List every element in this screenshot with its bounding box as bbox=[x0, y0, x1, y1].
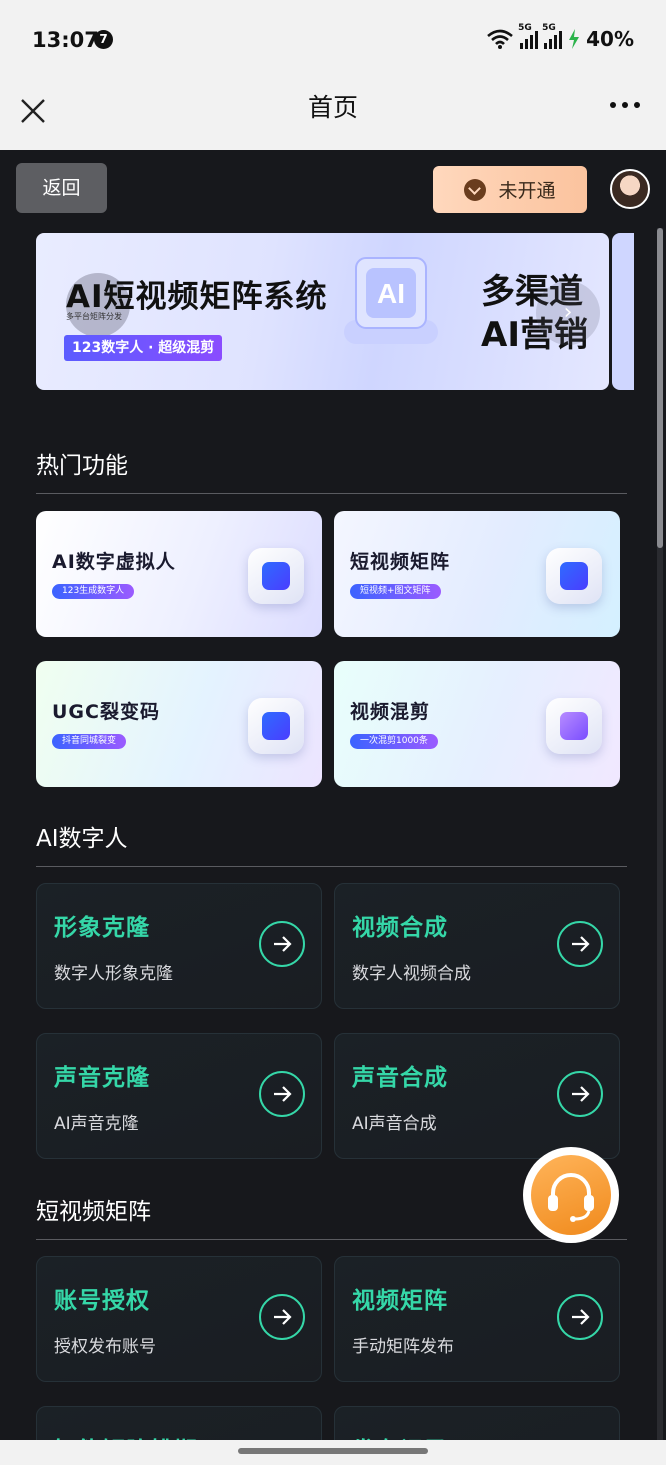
arrow-right-icon[interactable] bbox=[557, 921, 603, 967]
feature-card-account-auth[interactable]: 账号授权 授权发布账号 bbox=[36, 1256, 322, 1382]
status-bar: 13:07 7 5G 5G 40% bbox=[0, 0, 666, 80]
arrow-right-icon[interactable] bbox=[557, 1294, 603, 1340]
vip-button[interactable]: 未开通 bbox=[433, 166, 587, 213]
vip-icon bbox=[464, 178, 487, 201]
page-title: 首页 bbox=[307, 93, 358, 122]
feature-card-voice-clone[interactable]: 声音克隆 AI声音克隆 bbox=[36, 1033, 322, 1159]
digital-human-icon bbox=[248, 548, 304, 604]
home-indicator[interactable] bbox=[0, 1440, 666, 1465]
wifi-icon bbox=[487, 29, 513, 49]
svg-text:AI: AI bbox=[377, 278, 405, 309]
banner-carousel[interactable]: AI短视频矩阵系统 多平台矩阵分发 123数字人 · 超级混剪 AI 多渠道 A… bbox=[36, 233, 609, 390]
scrollbar-thumb[interactable] bbox=[657, 228, 663, 548]
banner-tag: 123数字人 · 超级混剪 bbox=[64, 335, 223, 361]
status-icons: 5G 5G 40% bbox=[486, 23, 634, 52]
nav-bar: 首页 bbox=[0, 80, 666, 150]
banner-title: AI短视频矩阵系统 bbox=[66, 279, 328, 315]
video-matrix-icon bbox=[546, 548, 602, 604]
ai-chip-illustration: AI bbox=[344, 257, 438, 344]
banner-subtitle: 多平台矩阵分发 bbox=[66, 312, 122, 321]
arrow-right-icon[interactable] bbox=[259, 1071, 305, 1117]
app-content: 返回 未开通 AI短视频矩阵系统 多平台矩阵分发 123数字人 · 超级混剪 A… bbox=[0, 150, 666, 1440]
feature-card-image-clone[interactable]: 形象克隆 数字人形象克隆 bbox=[36, 883, 322, 1009]
section-divider bbox=[36, 493, 627, 494]
charging-icon bbox=[569, 29, 580, 49]
vip-label: 未开通 bbox=[498, 180, 556, 202]
signal-icon: 5G bbox=[542, 23, 563, 49]
feature-card-smart-schedule[interactable]: 智能矩阵排期 bbox=[36, 1406, 322, 1440]
section-title-hot: 热门功能 bbox=[36, 453, 128, 479]
hot-card-ugc-code[interactable]: UGC裂变码 抖音同城裂变 bbox=[36, 661, 322, 787]
section-title-digital: AI数字人 bbox=[36, 826, 128, 852]
signal-icon: 5G bbox=[518, 23, 539, 49]
feature-card-video-matrix[interactable]: 视频矩阵 手动矩阵发布 bbox=[334, 1256, 620, 1382]
hot-card-video-edit[interactable]: 视频混剪 一次混剪1000条 bbox=[334, 661, 620, 787]
back-button[interactable]: 返回 bbox=[16, 163, 107, 213]
status-time: 13:07 bbox=[32, 28, 99, 52]
section-divider bbox=[36, 1239, 627, 1240]
arrow-right-icon[interactable] bbox=[557, 1071, 603, 1117]
notification-badge: 7 bbox=[94, 30, 113, 49]
avatar[interactable] bbox=[610, 169, 650, 209]
banner-next-slide[interactable] bbox=[612, 233, 634, 390]
arrow-right-icon[interactable] bbox=[259, 1294, 305, 1340]
hot-card-video-matrix[interactable]: 短视频矩阵 短视频+图文矩阵 bbox=[334, 511, 620, 637]
feature-card-voice-synthesis[interactable]: 声音合成 AI声音合成 bbox=[334, 1033, 620, 1159]
section-title-video: 短视频矩阵 bbox=[36, 1199, 151, 1225]
banner-next-button[interactable]: › bbox=[536, 281, 600, 345]
battery-level: 40% bbox=[586, 27, 634, 51]
feature-card-video-compose[interactable]: 视频合成 数字人视频合成 bbox=[334, 883, 620, 1009]
hot-card-digital-human[interactable]: AI数字虚拟人 123生成数字人 bbox=[36, 511, 322, 637]
arrow-right-icon[interactable] bbox=[259, 921, 305, 967]
video-edit-icon bbox=[546, 698, 602, 754]
customer-service-button[interactable] bbox=[523, 1147, 619, 1243]
more-icon[interactable] bbox=[610, 102, 640, 108]
section-divider bbox=[36, 866, 627, 867]
ugc-code-icon bbox=[248, 698, 304, 754]
feature-card-publish-record[interactable]: 发布记录 bbox=[334, 1406, 620, 1440]
headset-icon bbox=[548, 1173, 594, 1222]
